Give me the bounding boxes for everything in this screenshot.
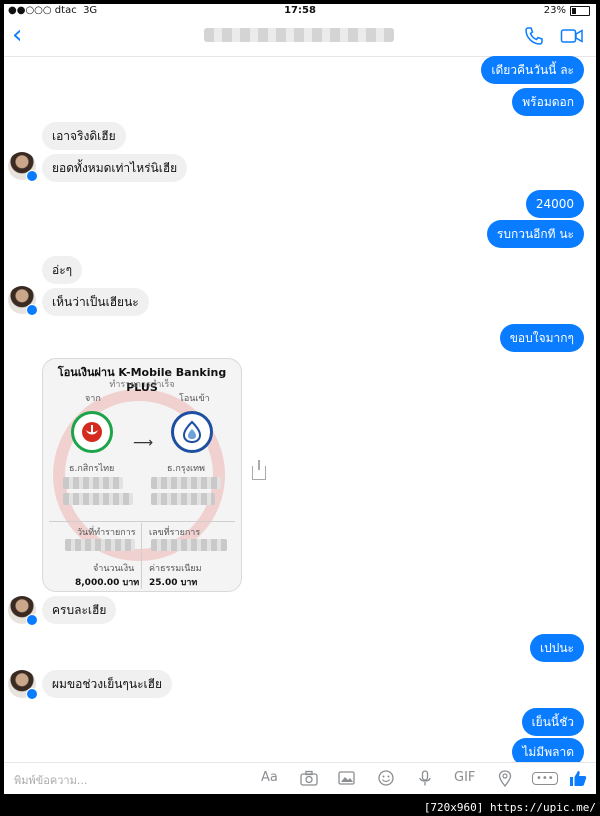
microphone-icon[interactable] [418, 770, 432, 791]
contact-avatar[interactable] [8, 152, 38, 182]
camera-icon[interactable] [300, 770, 318, 790]
sticker-emoji-icon[interactable] [378, 770, 394, 790]
message-bubble-received[interactable]: ผมขอช่วงเย็นๆนะเฮีย [42, 670, 172, 698]
redacted-date [65, 539, 135, 551]
gif-icon[interactable]: GIF [454, 770, 475, 785]
redacted-account [63, 477, 123, 489]
message-bubble-sent[interactable]: 24000 [525, 190, 584, 218]
transfer-arrow-icon: ⟶ [133, 435, 154, 451]
to-bank-name: ธ.กรุงเทพ [167, 464, 205, 474]
photo-gallery-icon[interactable] [338, 770, 356, 790]
redacted-name [63, 493, 133, 505]
redacted-account [151, 477, 221, 489]
messenger-badge-icon [26, 688, 38, 700]
message-bubble-received[interactable]: ยอดทั้งหมดเท่าไหร่นิเฮีย [42, 154, 188, 182]
conversation-header: ‹ [4, 18, 596, 57]
status-bar: ●●○○○ dtac 3G 17:58 23% [4, 4, 596, 18]
message-input[interactable]: พิมพ์ข้อความ... [14, 771, 87, 789]
message-bubble-sent[interactable]: เดียวคืนวันนี้ ละ [481, 56, 584, 84]
image-watermark: [720x960] https://upic.me/ [423, 801, 596, 814]
message-bubble-sent[interactable]: เย็นนี้ชัว [521, 708, 584, 736]
text-format-aa-icon[interactable]: Aa [261, 770, 278, 785]
from-label: จาก [85, 394, 101, 404]
contact-avatar[interactable] [8, 286, 38, 316]
location-pin-icon[interactable] [498, 770, 512, 791]
messenger-badge-icon [26, 614, 38, 626]
message-bubble-received[interactable]: ครบละเฮีย [42, 596, 117, 624]
date-label: วันที่ทำรายการ [77, 528, 136, 538]
amount-label: จำนวนเงิน [93, 564, 135, 574]
thumbs-up-like-icon[interactable] [568, 768, 588, 792]
message-bubble-received[interactable]: เอาจริงดิเฮีย [42, 122, 126, 150]
message-bubble-sent[interactable]: ขอบใจมากๆ [499, 324, 584, 352]
contact-name-redacted[interactable] [204, 28, 394, 42]
share-icon[interactable] [252, 460, 266, 480]
message-bubble-sent[interactable]: รบกวนอีกที นะ [486, 220, 584, 248]
back-chevron-icon[interactable]: ‹ [12, 22, 22, 48]
contact-avatar[interactable] [8, 596, 38, 626]
fee-label: ค่าธรรมเนียม [149, 564, 202, 574]
messenger-badge-icon [26, 170, 38, 182]
transfer-receipt-image[interactable]: โอนเงินผ่าน K-Mobile Banking PLUS ทำรายก… [42, 358, 242, 592]
receipt-status: ทำรายการสำเร็จ [109, 380, 175, 390]
message-bubble-sent[interactable]: พร้อมดอก [512, 88, 584, 116]
amount-value: 8,000.00 บาท [75, 578, 140, 588]
from-bank-name: ธ.กสิกรไทย [69, 464, 115, 474]
battery-percent: 23% [543, 5, 566, 16]
messenger-screen: ●●○○○ dtac 3G 17:58 23% ‹ เดียวคืนวันนี้… [4, 4, 596, 794]
more-options-icon[interactable]: ••• [532, 772, 558, 785]
to-label: โอนเข้า [179, 394, 210, 404]
redacted-name [151, 493, 215, 505]
redacted-reference [151, 539, 227, 551]
phone-call-icon[interactable] [524, 26, 544, 50]
video-call-icon[interactable] [560, 26, 584, 50]
message-bubble-received[interactable]: อ่ะๆ [42, 256, 83, 284]
fee-value: 25.00 บาท [149, 578, 198, 588]
message-composer: พิมพ์ข้อความ... Aa GIF ••• [4, 762, 596, 794]
bbl-logo-icon [171, 411, 213, 453]
battery-icon [570, 5, 590, 16]
message-bubble-sent[interactable]: เปปนะ [530, 634, 584, 662]
reference-label: เลขที่รายการ [149, 528, 201, 538]
clock: 17:58 [284, 5, 316, 16]
message-bubble-received[interactable]: เห็นว่าเป็นเฮียนะ [42, 288, 149, 316]
contact-avatar[interactable] [8, 670, 38, 700]
kbank-logo-icon [71, 411, 113, 453]
messenger-badge-icon [26, 304, 38, 316]
